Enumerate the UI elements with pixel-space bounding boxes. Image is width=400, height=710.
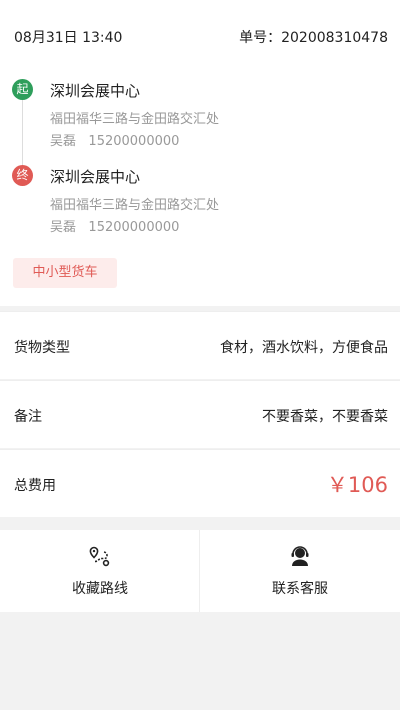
favorite-route-button[interactable]: 收藏路线 [0,530,200,612]
total-fee-value: ￥106 [326,473,388,497]
end-contact-name: 吴磊 [50,220,77,235]
favorite-route-label: 收藏路线 [72,581,128,597]
contact-service-label: 联系客服 [272,581,328,597]
total-fee-label: 总费用 [14,478,56,494]
cargo-type-row: 货物类型 食材，酒水饮料，方便食品 [0,311,400,379]
cargo-type-value: 食材，酒水饮料，方便食品 [220,340,388,356]
start-contact-name: 吴磊 [50,134,77,149]
start-contact-phone: 15200000000 [88,134,180,149]
end-contact: 吴磊 15200000000 [50,216,179,235]
total-fee-row: 总费用 ￥106 [0,449,400,517]
action-bar: 收藏路线 联系客服 [0,530,400,612]
end-contact-phone: 15200000000 [88,220,180,235]
order-summary-card: 08月31日 13:40 单号：202008310478 起 深圳会展中心 福田… [0,0,400,306]
route-pin-icon [89,546,110,567]
contact-service-button[interactable]: 联系客服 [200,530,400,612]
remark-value: 不要香菜，不要香菜 [262,409,388,425]
cargo-type-label: 货物类型 [14,340,70,356]
order-datetime: 08月31日 13:40 [14,30,123,46]
order-number: 单号：202008310478 [239,30,388,46]
end-address: 福田福华三路与金田路交汇处 [50,198,220,213]
start-badge-icon: 起 [12,79,33,100]
vehicle-type-tag: 中小型货车 [13,258,117,288]
start-location-name: 深圳会展中心 [50,82,141,100]
end-location-name: 深圳会展中心 [50,168,141,186]
start-address: 福田福华三路与金田路交汇处 [50,112,220,127]
order-header: 08月31日 13:40 单号：202008310478 [0,0,400,72]
customer-service-icon [291,546,309,566]
remark-row: 备注 不要香菜，不要香菜 [0,380,400,448]
route-connector-line [22,100,23,166]
remark-label: 备注 [14,409,42,425]
start-contact: 吴磊 15200000000 [50,130,179,149]
end-badge-icon: 终 [12,165,33,186]
